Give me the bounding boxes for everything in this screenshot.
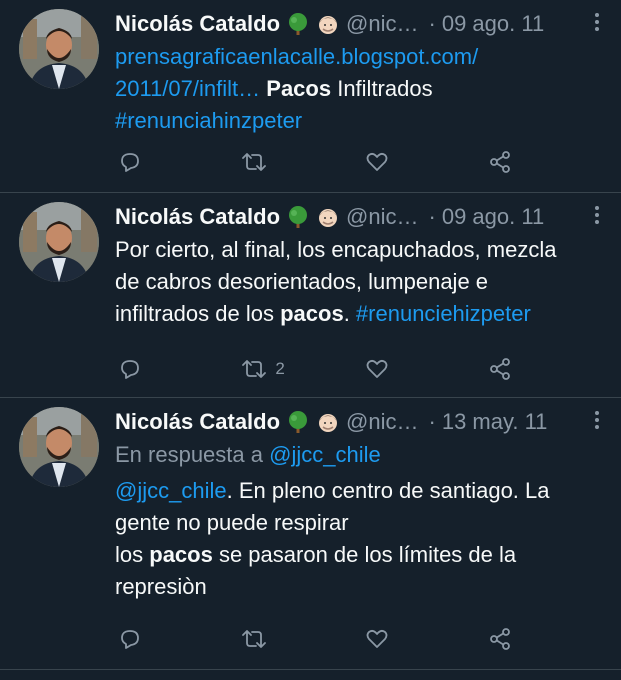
mention-link[interactable]: @jjcc_chile — [115, 478, 227, 503]
handle[interactable]: @nic… — [346, 8, 418, 40]
handle[interactable]: @nic… — [346, 406, 418, 438]
display-name[interactable]: Nicolás Cataldo — [115, 406, 280, 438]
tweet-actions: 2 — [118, 355, 518, 383]
timestamp[interactable]: 13 may. 11 — [442, 406, 548, 438]
reply-icon — [121, 630, 139, 649]
more-options-icon[interactable] — [585, 10, 609, 34]
tree-emoji — [286, 205, 310, 229]
reply-prefix: En respuesta a — [115, 442, 270, 467]
tweet-link[interactable]: prensagraficaenlacalle.blogspot.com/ — [115, 44, 478, 69]
tweet[interactable]: Nicolás Cataldo @nic… · 13 may. 11 En re… — [0, 398, 621, 670]
tweet-text-line: Por cierto, al final, los encapuchados, … — [115, 237, 557, 262]
tree-emoji — [286, 410, 310, 434]
tweet-text: prensagraficaenlacalle.blogspot.com/ 201… — [115, 41, 591, 137]
reply-button[interactable] — [118, 627, 208, 651]
tweet-text-segment: Infiltrados — [331, 76, 433, 101]
share-icon — [490, 151, 510, 173]
like-button[interactable] — [365, 357, 455, 381]
share-button[interactable] — [488, 357, 518, 381]
timestamp[interactable]: 09 ago. 11 — [442, 8, 544, 40]
display-name[interactable]: Nicolás Cataldo — [115, 201, 280, 233]
tweet-text-line: gente no puede respirar — [115, 510, 349, 535]
hashtag-link[interactable]: #renunciahinzpeter — [115, 108, 302, 133]
tweet-text-segment: infiltrados de los — [115, 301, 281, 326]
retweet-button[interactable]: 2 — [241, 357, 331, 381]
handle[interactable]: @nic… — [346, 201, 418, 233]
reply-button[interactable] — [118, 357, 208, 381]
tweet-header: Nicolás Cataldo @nic… · 09 ago. 11 — [115, 201, 599, 233]
reply-context: En respuesta a @jjcc_chile — [115, 439, 591, 471]
tweet-header: Nicolás Cataldo @nic… · 13 may. 11 — [115, 406, 599, 438]
share-button[interactable] — [488, 627, 518, 651]
bold-word: pacos — [149, 542, 213, 567]
reply-to-link[interactable]: @jjcc_chile — [269, 442, 381, 467]
tweet-text-segment: se pasaron de los límites de la — [212, 542, 517, 567]
avatar[interactable] — [19, 9, 99, 89]
tweet-actions — [118, 148, 518, 176]
share-icon — [490, 628, 510, 650]
separator-dot: · — [428, 204, 436, 229]
retweet-icon — [242, 153, 267, 171]
reply-icon — [121, 360, 139, 379]
tweet-text-segment: . — [343, 301, 356, 326]
avatar[interactable] — [19, 407, 99, 487]
more-options-icon[interactable] — [585, 408, 609, 432]
reply-button[interactable] — [118, 150, 208, 174]
tweet-actions — [118, 625, 518, 653]
separator-dot: · — [428, 11, 436, 36]
tweet[interactable]: Nicolás Cataldo @nic… · 09 ago. 11 Por c… — [0, 193, 621, 398]
retweet-button[interactable] — [241, 627, 331, 651]
retweet-count: 2 — [275, 359, 285, 378]
retweet-icon — [242, 630, 267, 648]
tweet-text-segment: . En pleno centro de santiago. La — [226, 478, 550, 503]
avatar[interactable] — [19, 202, 99, 282]
share-button[interactable] — [488, 150, 518, 174]
heart-icon — [366, 152, 388, 171]
tweet-text-segment: los — [115, 542, 150, 567]
tweet-text-line: de cabros desorientados, lumpenaje e — [115, 269, 489, 294]
separator-dot: · — [428, 409, 436, 434]
tree-emoji — [286, 12, 310, 36]
retweet-icon — [242, 360, 267, 378]
man-face-emoji — [316, 410, 340, 434]
more-options-icon[interactable] — [585, 203, 609, 227]
share-icon — [490, 358, 510, 380]
bold-word: Pacos — [266, 76, 332, 101]
man-face-emoji — [316, 12, 340, 36]
tweet[interactable]: Nicolás Cataldo @nic… · 09 ago. 11 prens… — [0, 0, 621, 193]
bold-word: pacos — [280, 301, 344, 326]
hashtag-link[interactable]: #renunciehizpeter — [356, 301, 531, 326]
display-name[interactable]: Nicolás Cataldo — [115, 8, 280, 40]
reply-icon — [121, 153, 139, 172]
heart-icon — [366, 629, 388, 648]
tweet-text: Por cierto, al final, los encapuchados, … — [115, 234, 591, 330]
tweet-text: En respuesta a @jjcc_chile @jjcc_chile. … — [115, 439, 591, 603]
retweet-button[interactable] — [241, 150, 331, 174]
tweet-link[interactable]: 2011/07/infilt… — [115, 76, 260, 101]
tweet-header: Nicolás Cataldo @nic… · 09 ago. 11 — [115, 8, 599, 40]
tweet-text-line: represiòn — [115, 574, 207, 599]
heart-icon — [366, 359, 388, 378]
timestamp[interactable]: 09 ago. 11 — [442, 201, 544, 233]
man-face-emoji — [316, 205, 340, 229]
like-button[interactable] — [365, 627, 455, 651]
like-button[interactable] — [365, 150, 455, 174]
